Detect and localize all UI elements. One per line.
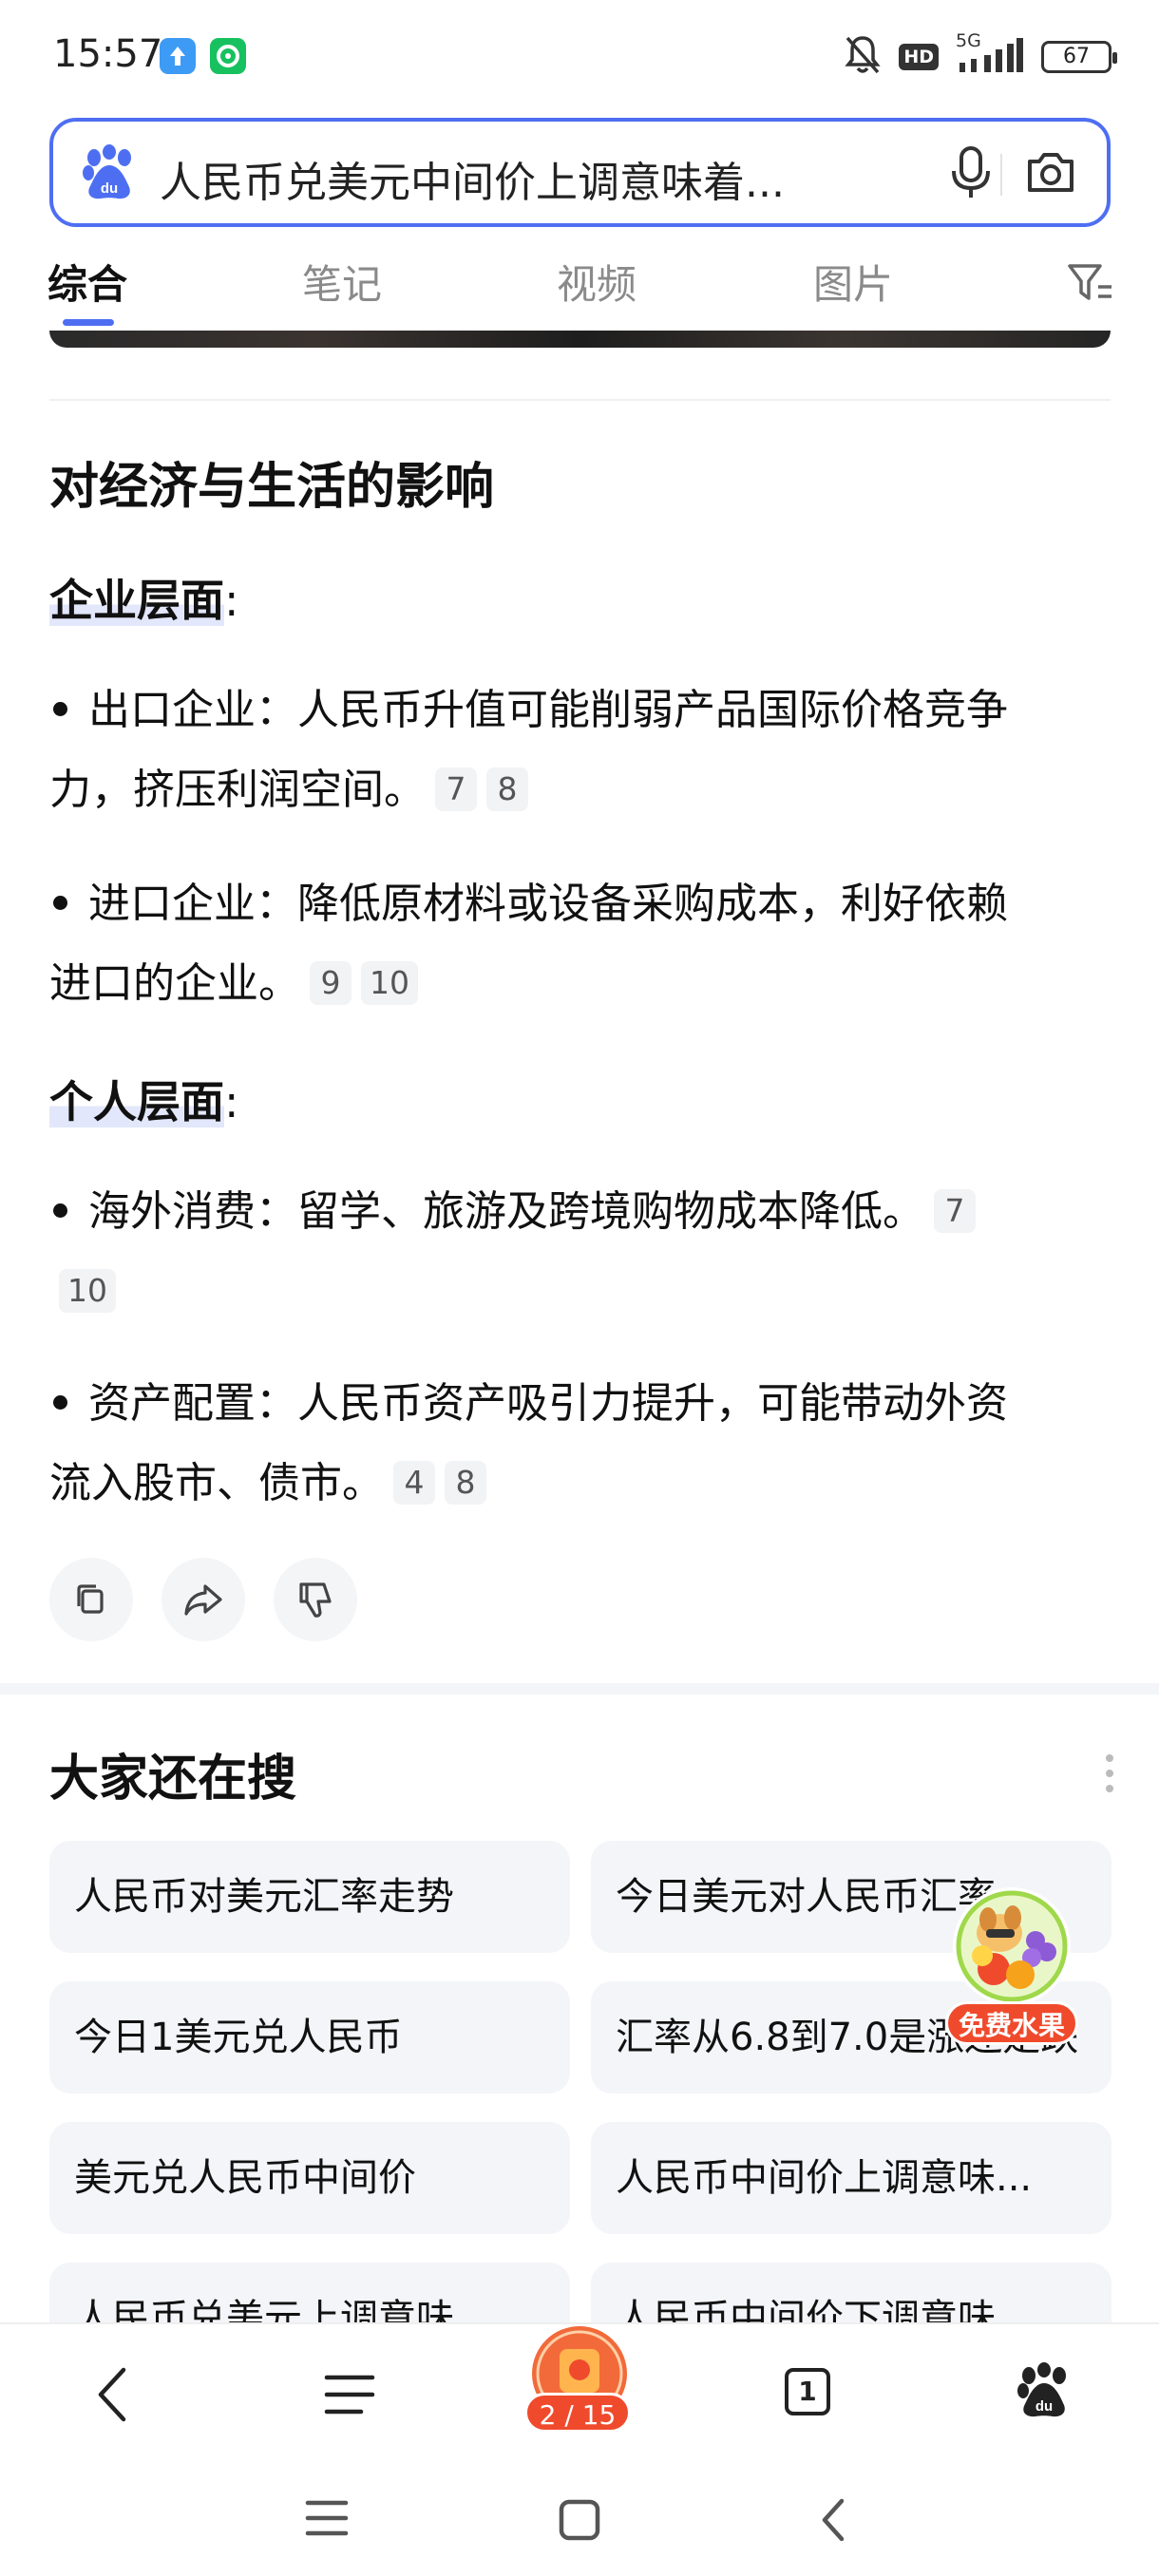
battery-indicator: 67 [1041,41,1117,73]
free-fruit-promo[interactable]: 免费水果 [940,1885,1083,2047]
copy-button[interactable] [49,1558,133,1641]
list-item: 进口企业：降低原材料或设备采购成本，利好依赖 进口的企业。 9 10 [49,864,1113,1024]
reward-progress[interactable]: 2 / 15 [524,2393,631,2433]
subheading-enterprise: 企业层面: [49,566,239,629]
related-search-chip[interactable]: 人民币中间价上调意味... [591,2122,1112,2234]
menu-button[interactable] [323,2372,376,2421]
menu-icon [324,2375,375,2415]
citation-badge[interactable]: 10 [361,961,418,1005]
search-tabs: 综合 笔记 视频 图片 [0,245,1159,331]
free-fruit-label[interactable]: 免费水果 [945,2001,1078,2045]
back-arrow-icon [98,2367,126,2422]
active-tab-indicator [63,319,114,326]
mute-icon [844,34,882,80]
hd-icon: HD [899,44,939,70]
home-square-icon [559,2499,600,2541]
tab-video[interactable]: 视频 [557,253,636,311]
subheading-personal-text: 个人层面 [49,1076,224,1127]
thumbs-down-icon [299,1582,332,1618]
divider [49,399,1111,401]
item-text-line1: 资产配置：人民币资产吸引力提升，可能带动外资 [88,1379,1008,1428]
microphone-icon[interactable] [946,142,996,207]
item-text-line1: 海外消费：留学、旅游及跨境购物成本降低。 [88,1187,924,1236]
related-search-chip[interactable]: 今日1美元兑人民币 [49,1981,570,2093]
recent-apps-button[interactable] [304,2497,350,2543]
tab-all[interactable]: 综合 [48,253,127,311]
item-text-line2: 力，挤压利润空间。 [49,766,426,814]
copy-icon [77,1584,104,1614]
share-icon [184,1584,222,1616]
status-time: 15:57 [53,32,163,76]
search-bar[interactable]: du 人民币兑美元中间价上调意味着... [49,118,1111,227]
browser-bottom-bar: 2 / 15 1 du [0,2322,1159,2465]
citation-badge[interactable]: 7 [435,767,477,811]
item-text-line1: 出口企业：人民币升值可能削弱产品国际价格竞争 [88,686,1008,734]
signal-icon: 5G [956,30,1024,78]
citation-badge[interactable]: 10 [59,1269,116,1313]
item-text-line1: 进口企业：降低原材料或设备采购成本，利好依赖 [88,880,1008,928]
citation-badge[interactable]: 8 [445,1461,486,1505]
citation-badge[interactable]: 9 [310,961,352,1005]
search-input[interactable]: 人民币兑美元中间价上调意味着... [160,148,891,209]
image-preview-edge [49,331,1111,348]
dislike-button[interactable] [274,1558,357,1641]
wechat-app-icon [210,38,246,74]
citation-badge[interactable]: 4 [393,1461,435,1505]
search-divider [1000,154,1002,196]
svg-text:du: du [1036,2398,1053,2415]
filter-icon[interactable] [1066,260,1115,310]
system-back-button[interactable] [815,2497,853,2547]
share-button[interactable] [162,1558,245,1641]
baidu-paw-icon: du [1017,2362,1066,2417]
citation-badge[interactable]: 7 [934,1189,976,1233]
more-options-icon[interactable] [1102,1752,1117,1798]
tab-count-icon: 1 [785,2368,830,2415]
status-bar: 15:57 HD 5G 67 [0,0,1159,112]
related-search-chip[interactable]: 人民币对美元汇率走势 [49,1841,570,1953]
bullet [53,701,67,716]
tab-images[interactable]: 图片 [813,253,893,311]
citation-badge[interactable]: 8 [486,767,528,811]
camera-icon[interactable] [1022,144,1079,205]
system-nav-bar [0,2465,1159,2576]
bullet [53,1394,67,1410]
section-divider [0,1683,1159,1695]
home-button[interactable] [557,2497,602,2547]
subheading-colon: : [224,1076,239,1127]
list-item: 海外消费：留学、旅游及跨境购物成本降低。 7 10 [49,1172,1113,1332]
subheading-personal: 个人层面: [49,1068,239,1130]
list-item: 资产配置：人民币资产吸引力提升，可能带动外资 流入股市、债市。 4 8 [49,1364,1113,1524]
tabs-button[interactable]: 1 [785,2368,830,2415]
svg-text:du: du [101,180,118,197]
bullet [53,895,67,910]
upload-app-icon [160,38,196,74]
tab-notes[interactable]: 笔记 [302,253,382,311]
recents-icon [305,2500,349,2536]
section-heading: 对经济与生活的影响 [49,459,495,516]
system-back-icon [822,2498,845,2542]
back-button[interactable] [91,2364,137,2429]
baidu-home-button[interactable]: du [1016,2362,1072,2423]
related-search-chip[interactable]: 美元兑人民币中间价 [49,2122,570,2234]
subheading-enterprise-text: 企业层面 [49,575,224,626]
bullet [53,1203,67,1218]
related-searches-title: 大家还在搜 [49,1751,297,1808]
item-text-line2: 流入股市、债市。 [49,1459,384,1507]
item-text-line2: 进口的企业。 [49,959,300,1008]
answer-actions [49,1558,357,1641]
subheading-colon: : [224,575,239,626]
list-item: 出口企业：人民币升值可能削弱产品国际价格竞争 力，挤压利润空间。 7 8 [49,671,1113,830]
baidu-logo-icon[interactable]: du [82,144,137,205]
fruit-mascot-icon [953,1887,1071,2005]
